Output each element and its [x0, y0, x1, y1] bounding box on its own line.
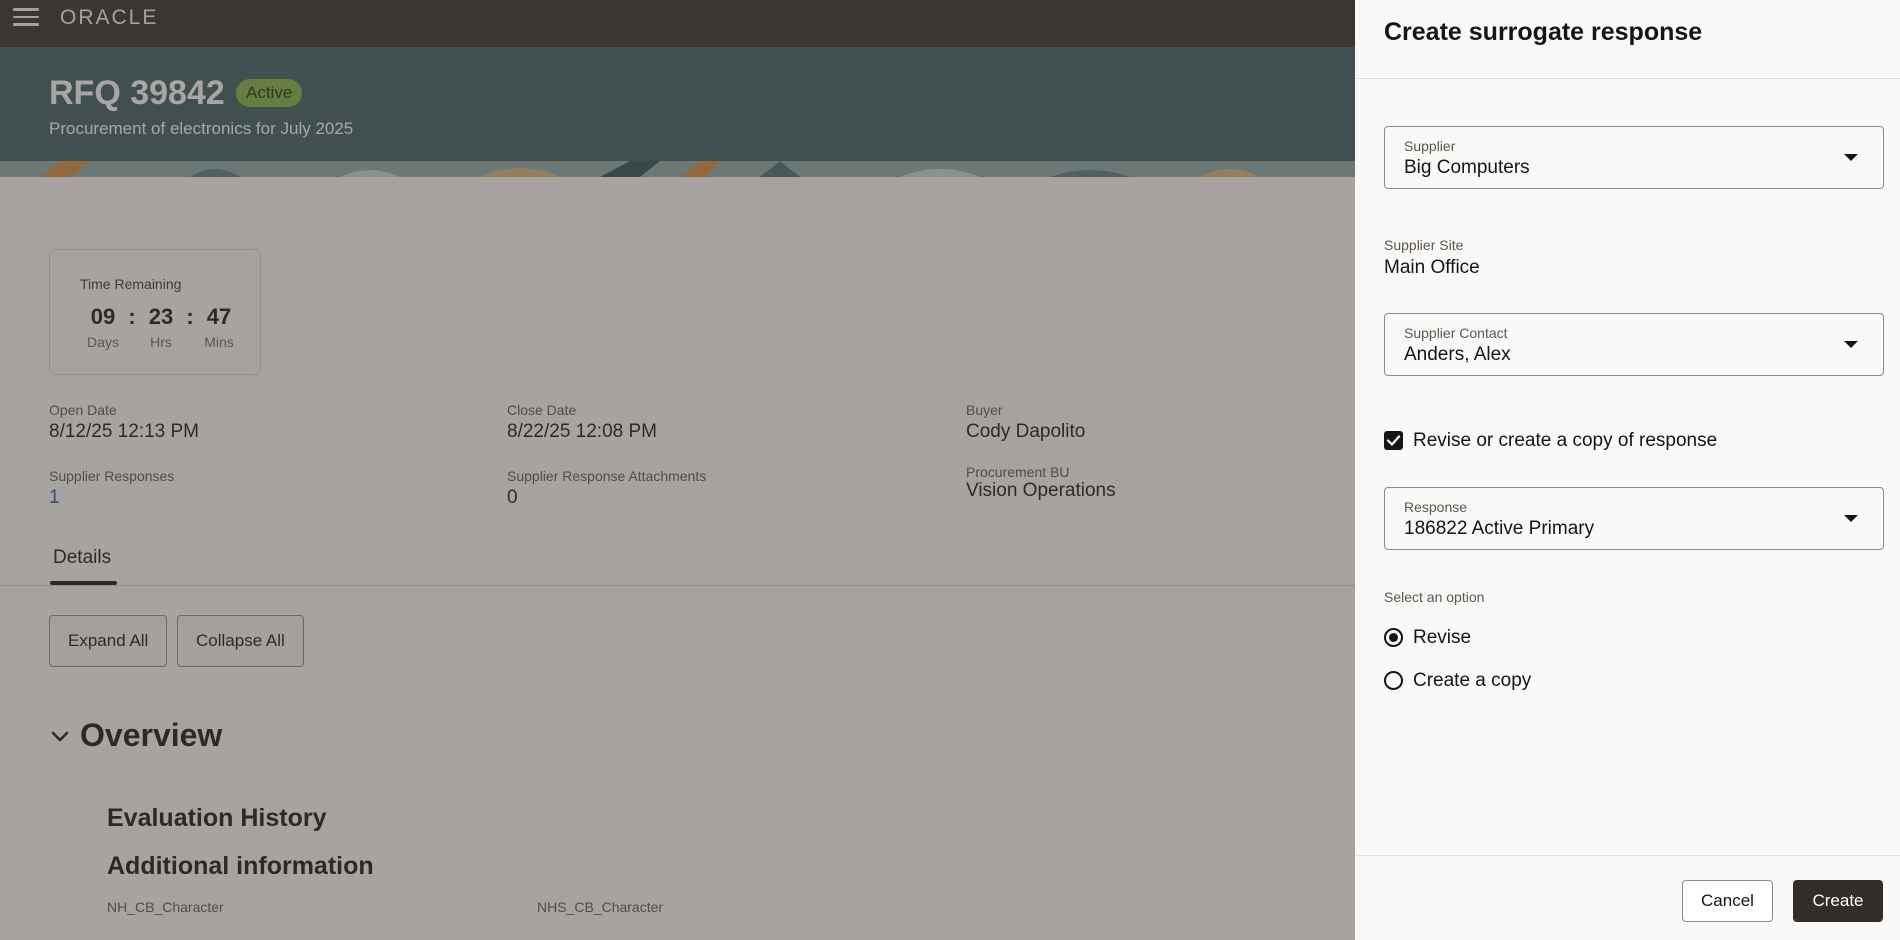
supplier-select[interactable]: Supplier Big Computers	[1384, 126, 1884, 189]
supplier-contact-label: Supplier Contact	[1404, 325, 1508, 341]
create-surrogate-response-drawer: Create surrogate response Supplier Big C…	[1355, 0, 1900, 940]
revise-radio[interactable]	[1384, 628, 1403, 647]
response-select[interactable]: Response 186822 Active Primary	[1384, 487, 1884, 550]
modal-overlay[interactable]	[0, 0, 1355, 940]
supplier-site-value: Main Office	[1384, 257, 1480, 278]
revise-copy-checkbox[interactable]	[1384, 431, 1403, 450]
checkmark-icon	[1386, 435, 1401, 446]
supplier-site-label: Supplier Site	[1384, 237, 1464, 253]
caret-down-icon[interactable]	[1844, 341, 1858, 348]
response-value: 186822 Active Primary	[1404, 518, 1595, 539]
supplier-contact-value: Anders, Alex	[1404, 344, 1511, 365]
supplier-value: Big Computers	[1404, 157, 1530, 178]
caret-down-icon[interactable]	[1844, 515, 1858, 522]
create-copy-radio-label[interactable]: Create a copy	[1413, 670, 1531, 692]
revise-radio-label[interactable]: Revise	[1413, 627, 1471, 649]
supplier-contact-select[interactable]: Supplier Contact Anders, Alex	[1384, 313, 1884, 376]
create-button[interactable]: Create	[1793, 880, 1883, 922]
create-copy-radio[interactable]	[1384, 671, 1403, 690]
caret-down-icon[interactable]	[1844, 154, 1858, 161]
response-label: Response	[1404, 499, 1468, 515]
supplier-label: Supplier	[1404, 138, 1456, 154]
drawer-title: Create surrogate response	[1384, 18, 1703, 46]
revise-copy-label[interactable]: Revise or create a copy of response	[1413, 430, 1717, 452]
cancel-button[interactable]: Cancel	[1682, 880, 1773, 922]
drawer-footer-divider	[1355, 855, 1900, 856]
select-option-label: Select an option	[1384, 589, 1485, 605]
drawer-header-divider	[1355, 78, 1900, 79]
